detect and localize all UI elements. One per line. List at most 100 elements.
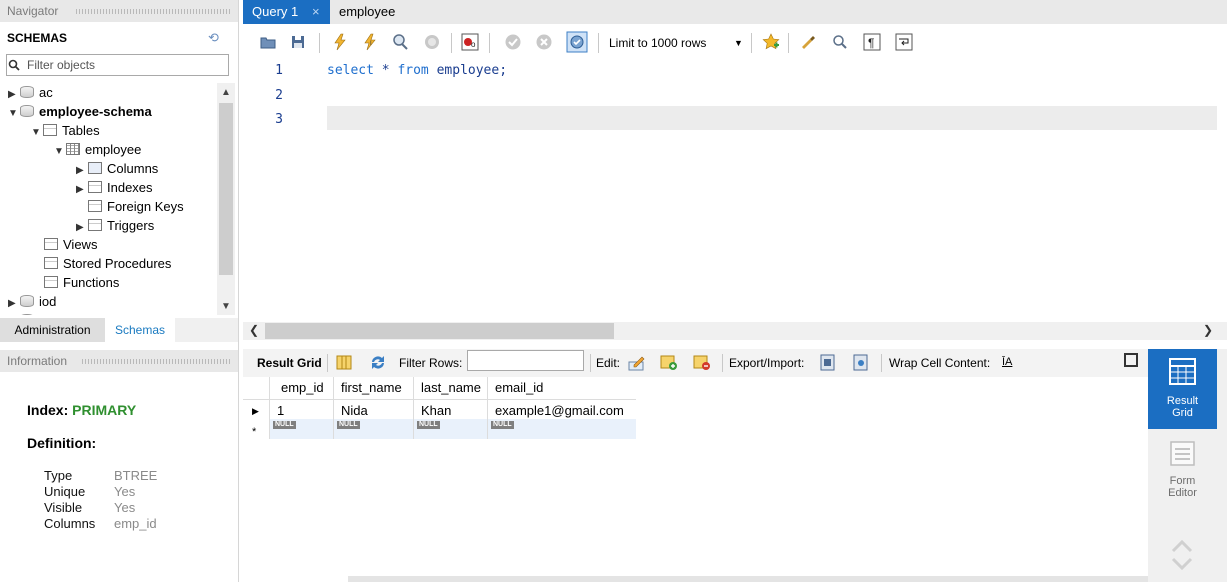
insert-row-icon[interactable]	[660, 354, 678, 371]
toolbar-separator	[590, 354, 591, 372]
grid-layout-icon[interactable]	[335, 354, 353, 371]
scroll-down-icon[interactable]: ▼	[221, 301, 231, 312]
collapse-arrow-icon[interactable]: ▼	[54, 142, 66, 161]
table-icon	[66, 143, 80, 155]
word-wrap-icon[interactable]	[895, 33, 913, 51]
column-header-last-name[interactable]: last_name	[414, 377, 488, 399]
editor-horizontal-scrollbar[interactable]: ❮ ❯	[243, 322, 1227, 340]
expand-arrow-icon[interactable]: ▶	[8, 313, 20, 315]
collapse-arrow-icon[interactable]: ▼	[8, 104, 20, 123]
tab-employee[interactable]: employee	[330, 0, 414, 24]
tree-node-foreign-keys[interactable]: Foreign Keys	[88, 197, 184, 216]
filter-rows-input[interactable]	[467, 350, 584, 371]
tree-node-functions[interactable]: Functions	[44, 273, 119, 292]
new-cell-emp-id[interactable]: NULL	[270, 419, 334, 439]
auto-commit-toggle-icon[interactable]	[566, 31, 588, 53]
filter-objects-box[interactable]	[6, 54, 229, 76]
scroll-thumb[interactable]	[265, 323, 614, 339]
line-number: 1	[275, 63, 283, 78]
tree-node-employee-schema[interactable]: ▼ employee-schema	[8, 102, 152, 121]
stop-icon[interactable]	[423, 33, 441, 51]
beautify-brush-icon[interactable]	[799, 33, 817, 51]
tree-node-iod[interactable]: ▶ iod	[8, 292, 56, 311]
export-icon[interactable]	[819, 354, 837, 371]
collapse-arrow-icon[interactable]: ▼	[31, 123, 43, 142]
column-header-email-id[interactable]: email_id	[488, 377, 636, 399]
refresh-arrows-icon[interactable]	[369, 354, 387, 371]
scroll-left-icon[interactable]: ❮	[249, 323, 259, 337]
navigator-panel: Navigator SCHEMAS ⟲ ▶ac ▼employee-schema…	[0, 0, 239, 582]
folder-icon	[88, 200, 102, 212]
new-cell-first-name[interactable]: NULL	[334, 419, 414, 439]
folder-icon	[44, 276, 58, 288]
refresh-icon[interactable]: ⟲	[208, 30, 219, 46]
result-horizontal-scrollbar[interactable]	[348, 576, 1148, 582]
editor-tab-bar: Query 1 × employee	[243, 0, 1227, 24]
tree-node-columns[interactable]: ▶ Columns	[76, 159, 158, 178]
sql-line-1[interactable]: select * from employee;	[327, 63, 507, 78]
sql-editor[interactable]: 1 2 3 select * from employee;	[243, 58, 1227, 322]
chevron-down-icon: ▼	[734, 38, 743, 48]
tree-vertical-scrollbar[interactable]: ▲ ▼	[217, 83, 235, 315]
tree-node-employee-table[interactable]: ▼ employee	[54, 140, 141, 159]
close-tab-icon[interactable]: ×	[312, 0, 320, 24]
result-grid-icon	[1169, 358, 1196, 385]
index-value: PRIMARY	[72, 402, 137, 418]
tree-node-tables[interactable]: ▼ Tables	[31, 121, 100, 140]
svg-text:o: o	[471, 40, 476, 49]
result-grid-side-button[interactable]: Result Grid	[1148, 349, 1217, 429]
scroll-right-icon[interactable]: ❯	[1203, 323, 1213, 337]
query-toolbar: I o Limit to 1000 rows ▼ ¶	[243, 28, 1227, 58]
tree-node-iodqueryclass[interactable]: ▶iodQueryclass	[8, 311, 121, 315]
rollback-cancel-icon[interactable]	[535, 33, 553, 51]
tree-node-views[interactable]: Views	[44, 235, 97, 254]
search-icon	[6, 57, 22, 76]
tab-schemas[interactable]: Schemas	[105, 318, 175, 342]
result-grid-label[interactable]: Result Grid	[257, 356, 322, 370]
export-import-label: Export/Import:	[729, 356, 805, 370]
form-editor-icon	[1170, 441, 1195, 466]
limit-rows-select[interactable]: Limit to 1000 rows ▼	[609, 33, 744, 53]
toolbar-separator	[788, 33, 789, 53]
edit-row-pencil-icon[interactable]	[628, 354, 646, 371]
database-icon	[20, 295, 34, 307]
new-cell-last-name[interactable]: NULL	[414, 419, 488, 439]
tree-node-ac[interactable]: ▶ ac	[8, 83, 53, 102]
toggle-error-icon[interactable]: o	[461, 33, 479, 51]
execute-lightning-icon[interactable]	[331, 33, 349, 51]
scroll-up-icon[interactable]: ▲	[221, 87, 231, 98]
column-header-emp-id[interactable]: emp_id	[270, 377, 334, 399]
column-header-first-name[interactable]: first_name	[334, 377, 414, 399]
save-icon[interactable]	[289, 33, 307, 51]
tree-node-indexes[interactable]: ▶ Indexes	[76, 178, 153, 197]
expand-arrow-icon[interactable]: ▶	[76, 180, 88, 199]
form-editor-side-button[interactable]: Form Editor	[1148, 433, 1217, 505]
new-cell-email-id[interactable]: NULL	[488, 419, 636, 439]
open-folder-icon[interactable]	[259, 33, 277, 51]
add-snippet-star-icon[interactable]	[762, 33, 780, 51]
tree-node-stored-procedures[interactable]: Stored Procedures	[44, 254, 171, 273]
commit-check-icon[interactable]	[504, 33, 522, 51]
result-side-tabs: Result Grid Form Editor	[1148, 349, 1227, 582]
invisible-characters-icon[interactable]: ¶	[863, 33, 881, 51]
database-icon	[20, 86, 34, 98]
tab-query-1[interactable]: Query 1 ×	[243, 0, 330, 24]
explain-magnifier-icon[interactable]	[391, 33, 409, 51]
null-badge: NULL	[337, 421, 360, 429]
wrap-text-icon[interactable]: ĪA	[1002, 356, 1012, 368]
execute-current-statement-icon[interactable]: I	[361, 33, 379, 51]
scroll-thumb[interactable]	[219, 103, 233, 275]
import-icon[interactable]	[852, 354, 870, 371]
title-hatch	[82, 359, 232, 364]
tab-administration[interactable]: Administration	[0, 318, 105, 342]
filter-objects-input[interactable]	[27, 57, 225, 73]
find-magnifier-icon[interactable]	[831, 33, 849, 51]
delete-row-icon[interactable]	[693, 354, 711, 371]
toggle-side-panel-icon[interactable]	[1124, 353, 1138, 367]
tree-node-triggers[interactable]: ▶ Triggers	[76, 216, 154, 235]
line-number: 3	[275, 112, 283, 127]
result-toolbar: Result Grid Filter Rows: Edit: Export/Im…	[243, 349, 1148, 377]
edit-label: Edit:	[596, 356, 621, 370]
side-scroll-chevrons-icon[interactable]	[1170, 537, 1194, 573]
new-row[interactable]: * NULL NULL NULL NULL	[243, 419, 636, 439]
